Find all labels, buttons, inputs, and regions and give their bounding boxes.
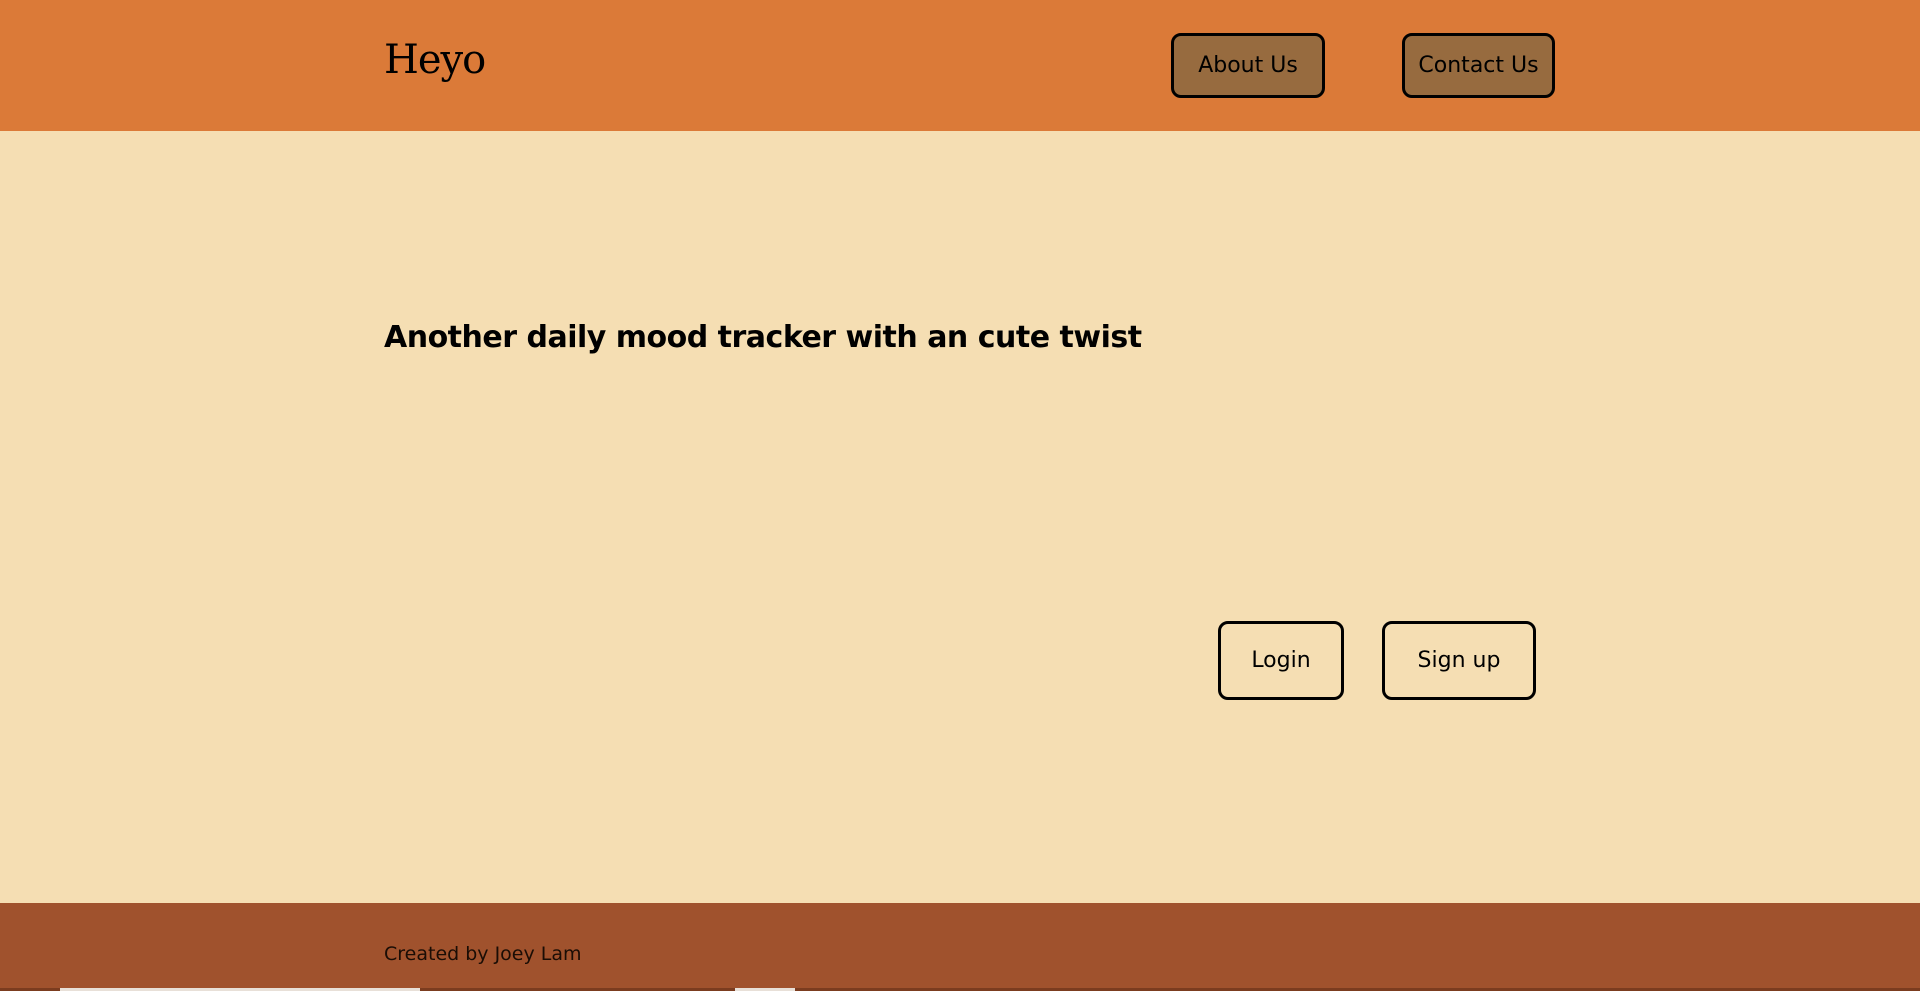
contact-us-button[interactable]: Contact Us [1402, 33, 1555, 98]
sign-up-button[interactable]: Sign up [1382, 621, 1536, 700]
brand-logo[interactable]: Heyo [384, 38, 486, 82]
site-footer: Created by Joey Lam [0, 903, 1920, 991]
site-header: Heyo About Us Contact Us [0, 0, 1920, 131]
page-tagline: Another daily mood tracker with an cute … [384, 320, 1142, 355]
login-button[interactable]: Login [1218, 621, 1344, 700]
main-content: Another daily mood tracker with an cute … [0, 131, 1920, 903]
footer-credit: Created by Joey Lam [384, 943, 582, 965]
about-us-button[interactable]: About Us [1171, 33, 1325, 98]
